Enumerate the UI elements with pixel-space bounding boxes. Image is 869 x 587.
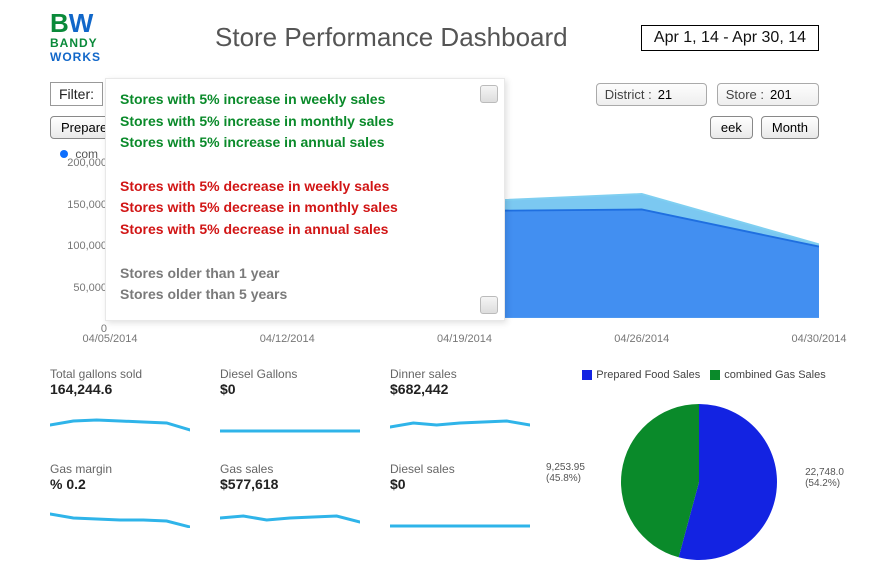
x-tick: 04/19/2014 xyxy=(437,333,492,345)
y-tick: 200,000 xyxy=(67,157,107,169)
metric-value: % 0.2 xyxy=(50,476,200,492)
metric-value: $0 xyxy=(390,476,540,492)
metric-label: Dinner sales xyxy=(390,367,540,381)
filter-option[interactable]: Stores with 5% increase in weekly sales xyxy=(120,89,490,111)
filter-option[interactable]: Stores with 5% decrease in monthly sales xyxy=(120,197,490,219)
filter-dropdown[interactable]: Stores with 5% increase in weekly salesS… xyxy=(105,78,505,321)
scroll-up-icon[interactable] xyxy=(480,85,498,103)
legend-text: combined Gas Sales xyxy=(724,369,826,381)
brand-logo: BBWW BANDY WORKS xyxy=(50,10,135,65)
metric-card: Total gallons sold164,244.6 xyxy=(50,367,200,436)
metric-value: $682,442 xyxy=(390,381,540,397)
pie-slice-label-right: 22,748.0(54.2%) xyxy=(805,467,844,489)
metric-card: Diesel sales$0 xyxy=(390,462,540,531)
metric-label: Total gallons sold xyxy=(50,367,200,381)
header: BBWW BANDY WORKS Store Performance Dashb… xyxy=(0,0,869,70)
metric-label: Gas margin xyxy=(50,462,200,476)
sparkline xyxy=(390,403,530,433)
sparkline xyxy=(220,498,360,528)
pie-chart: 22,748.0(54.2%) 9,253.95(45.8%) xyxy=(594,387,804,567)
district-input[interactable] xyxy=(658,87,698,102)
store-input[interactable] xyxy=(770,87,810,102)
metric-value: $577,618 xyxy=(220,476,370,492)
metric-card: Gas sales$577,618 xyxy=(220,462,370,531)
metric-label: Diesel sales xyxy=(390,462,540,476)
legend-text: Prepared Food Sales xyxy=(596,369,700,381)
metric-card: Gas margin% 0.2 xyxy=(50,462,200,531)
x-tick: 04/12/2014 xyxy=(260,333,315,345)
filter-option[interactable]: Stores older than 5 years xyxy=(120,284,490,306)
pie-chart-svg xyxy=(594,387,804,567)
pie-legend: Prepared Food Sales combined Gas Sales xyxy=(559,369,839,381)
x-tick: 04/05/2014 xyxy=(82,333,137,345)
x-tick: 04/26/2014 xyxy=(614,333,669,345)
store-label: Store : xyxy=(726,87,764,102)
district-select[interactable]: District : xyxy=(596,83,707,106)
sparkline xyxy=(220,403,360,433)
filter-option[interactable]: Stores with 5% decrease in weekly sales xyxy=(120,176,490,198)
week-button[interactable]: eek xyxy=(710,116,753,139)
sparkline xyxy=(50,498,190,528)
filter-option xyxy=(120,241,490,263)
y-tick: 150,000 xyxy=(67,199,107,211)
filter-option[interactable]: Stores with 5% increase in annual sales xyxy=(120,132,490,154)
legend-swatch xyxy=(582,370,592,380)
sparkline xyxy=(50,403,190,433)
metric-label: Gas sales xyxy=(220,462,370,476)
page-title: Store Performance Dashboard xyxy=(215,22,641,53)
metric-value: $0 xyxy=(220,381,370,397)
metric-card: Diesel Gallons$0 xyxy=(220,367,370,436)
legend-swatch xyxy=(710,370,720,380)
store-select[interactable]: Store : xyxy=(717,83,819,106)
metric-card: Dinner sales$682,442 xyxy=(390,367,540,436)
date-range-display[interactable]: Apr 1, 14 - Apr 30, 14 xyxy=(641,25,819,51)
y-tick: 100,000 xyxy=(67,240,107,252)
metric-value: 164,244.6 xyxy=(50,381,200,397)
filter-option[interactable]: Stores older than 1 year xyxy=(120,263,490,285)
pie-panel: Prepared Food Sales combined Gas Sales 22… xyxy=(559,369,839,567)
filter-option[interactable]: Stores with 5% increase in monthly sales xyxy=(120,111,490,133)
x-tick: 04/30/2014 xyxy=(791,333,846,345)
metric-label: Diesel Gallons xyxy=(220,367,370,381)
district-label: District : xyxy=(605,87,652,102)
y-tick: 50,000 xyxy=(73,282,107,294)
filter-label: Filter: xyxy=(50,82,103,106)
sparkline xyxy=(390,498,530,528)
month-button[interactable]: Month xyxy=(761,116,819,139)
filter-option[interactable]: Stores with 5% decrease in annual sales xyxy=(120,219,490,241)
scroll-down-icon[interactable] xyxy=(480,296,498,314)
filter-option xyxy=(120,154,490,176)
pie-slice-label-left: 9,253.95(45.8%) xyxy=(546,462,585,484)
